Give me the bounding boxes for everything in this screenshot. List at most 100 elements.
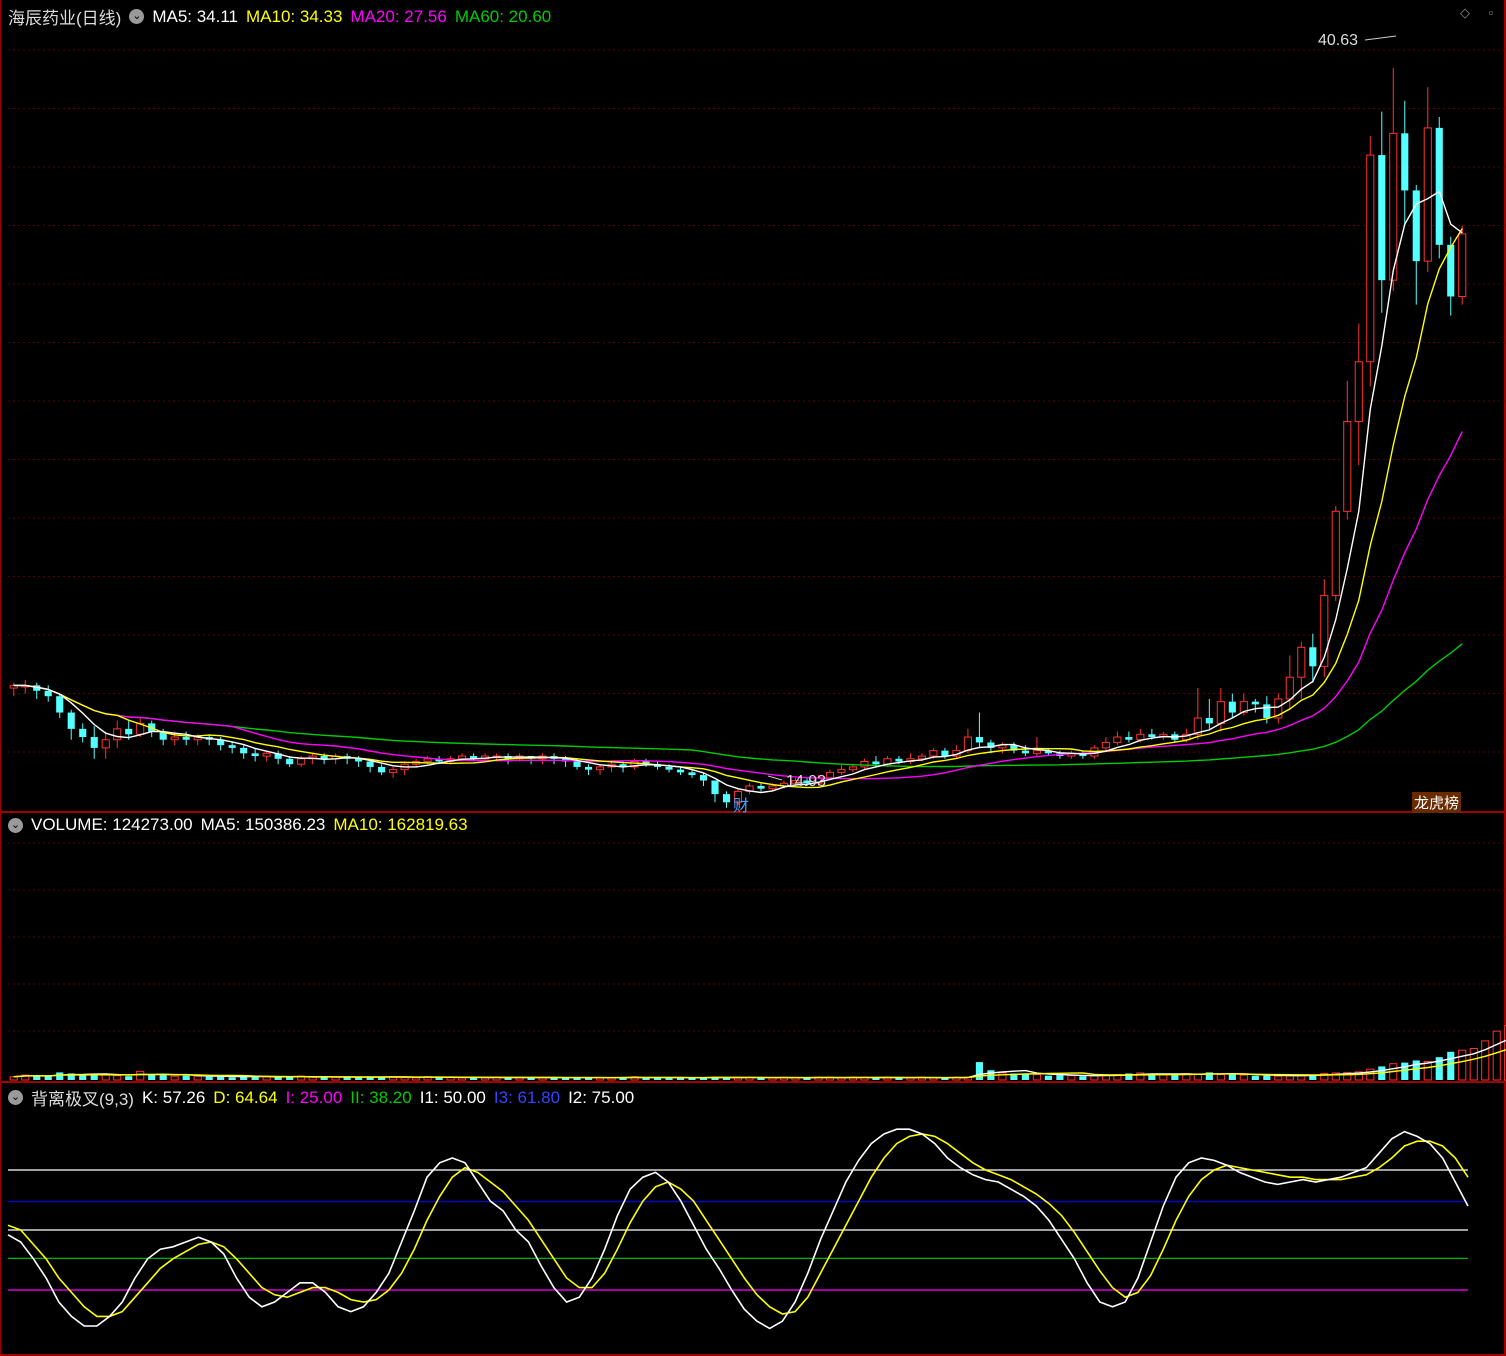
volume-bar [1067,1075,1076,1081]
indicator-i3: I3: 61.80 [493,1087,561,1107]
volume-bar [1171,1075,1179,1080]
candle-body [297,758,306,765]
stock-name[interactable]: 海辰药业(日线) [8,4,121,29]
volume-ma10-line [13,1048,1506,1079]
volume-bar [1492,1030,1501,1081]
candle-body [1412,190,1420,262]
volume-bar [1401,1062,1409,1080]
candle-body [1136,733,1145,741]
candle-body [848,766,858,771]
candle-body [1228,701,1236,713]
candle-body [1101,741,1110,749]
candle-body [67,712,75,729]
candle-body [1435,127,1443,245]
ma20-line [13,431,1463,780]
indicator-i2: I2: 75.00 [568,1087,635,1107]
candle-body [1205,717,1213,724]
indicator-k: K: 57.26 [141,1087,206,1107]
volume-bar [975,1062,983,1080]
volume-bar [159,1075,167,1080]
kline-chart-canvas[interactable] [0,0,1506,1356]
volume-bar [193,1075,202,1081]
indicator-d: D: 64.64 [213,1087,278,1107]
candle-body [1401,133,1409,191]
volume-bar [1239,1074,1248,1081]
volume-bar [1021,1074,1029,1080]
ma20-label: MA20: 27.56 [350,6,447,26]
candle-body [458,755,467,760]
candle-body [768,785,777,790]
candle-body [366,761,374,767]
candle-body [56,696,64,713]
volume-bar [331,1076,340,1081]
indicator-d-line [7,1133,1469,1318]
volume-bar [56,1072,64,1080]
candle-body [584,766,593,770]
candle-body [1458,233,1467,297]
ma5-label: MA5: 34.11 [152,6,239,26]
candle-body [240,747,248,754]
indicator-i1: I1: 50.00 [419,1087,486,1107]
volume-bar [44,1076,52,1080]
dragon-tiger-tag[interactable]: 龙虎榜 [1412,792,1462,813]
candle-body [929,750,938,757]
candle-body [228,745,236,748]
chevron-down-icon[interactable]: ⌄ [8,817,23,833]
candle-body [378,766,386,773]
volume-bar [1263,1075,1271,1080]
candle-body [676,769,685,773]
chevron-down-icon[interactable]: ⌄ [8,1090,23,1105]
volume-panel-header: ⌄ VOLUME: 124273.00 MA5: 150386.23 MA10:… [8,815,476,835]
candle-body [722,794,731,803]
chevron-down-icon[interactable]: ⌄ [129,9,145,24]
candle-body [757,785,765,789]
indicator-name[interactable]: 背离极叉(9,3) [31,1085,134,1110]
candle-body [688,772,696,776]
volume-bar [101,1074,110,1081]
indicator-panel-header: ⌄ 背离极叉(9,3) K: 57.26 D: 64.64 I: 25.00 I… [8,1085,642,1110]
volume-bar [308,1076,317,1081]
candle-body [1285,676,1294,700]
candle-body [286,758,294,765]
candle-body [872,761,880,765]
candle-body [825,771,835,779]
volume-bar [170,1075,179,1081]
volume-bar [1447,1051,1455,1080]
finance-tag[interactable]: 财 [733,792,749,816]
indicator-ii: II: 38.20 [350,1087,412,1107]
volume-ma5-line [13,1039,1506,1079]
candle-body [1423,127,1432,262]
candle-body [1354,361,1363,423]
volume-bar [1216,1074,1225,1081]
candle-body [90,737,98,748]
volume-bar [148,1074,156,1080]
volume-bar [113,1075,122,1081]
candle-body [895,758,903,762]
candle-body [125,728,133,735]
volume-bar [458,1077,467,1081]
candle-body [1113,736,1122,743]
volume-label: VOLUME: 124273.00 [31,815,193,834]
candle-body [941,750,949,757]
candle-body [389,769,398,773]
candle-body [79,728,87,738]
volume-bar [274,1077,282,1080]
expand-icon[interactable]: ▫ [1484,6,1498,20]
price-panel-header: 海辰药业(日线) ⌄ MA5: 34.11 MA10: 34.33 MA20: … [8,4,559,29]
ma10-label: MA10: 34.33 [246,6,343,26]
candle-body [170,736,179,741]
volume-bar [228,1077,236,1080]
candle-body [423,758,432,762]
volume-ma10-label: MA10: 162819.63 [333,815,468,834]
low-price-label: 14.93 [786,773,827,790]
high-price-label: 40.63 [1318,32,1359,49]
candle-body [1251,701,1259,705]
volume-bar [1079,1076,1087,1080]
candle-body [1263,704,1271,718]
candle-body [1125,737,1133,740]
diamond-icon[interactable]: ◇ [1458,6,1472,20]
volume-bar [1481,1040,1490,1081]
candle-body [963,736,972,752]
candle-body [711,780,719,795]
volume-bar [182,1075,190,1080]
